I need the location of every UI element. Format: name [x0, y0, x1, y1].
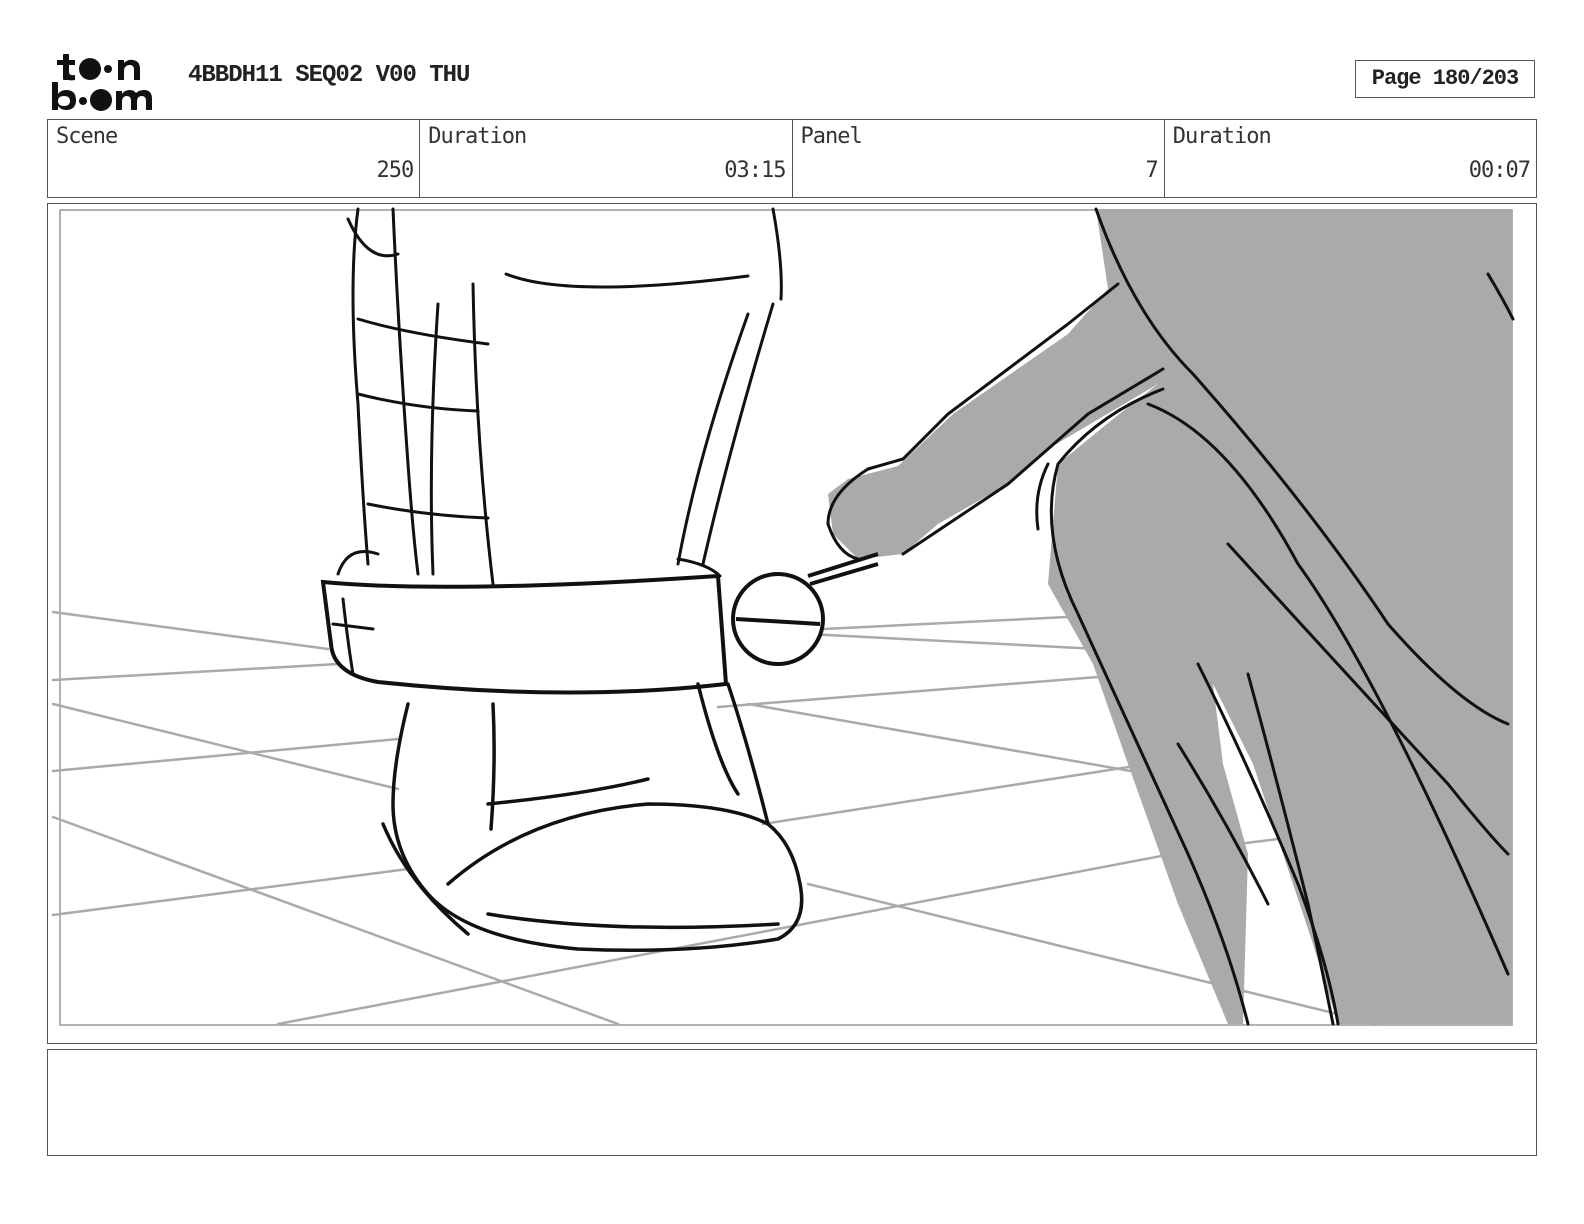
panel-value: 7 — [1145, 158, 1159, 183]
info-row: Scene 250 Duration 03:15 Panel 7 Duratio… — [47, 119, 1537, 198]
panel-label: Panel — [800, 124, 863, 149]
panel-cell: Panel 7 — [793, 120, 1165, 197]
panel-duration-cell: Duration 00:07 — [1165, 120, 1536, 197]
page-number: Page 180/203 — [1355, 60, 1535, 98]
panel-duration-label: Duration — [1172, 124, 1272, 149]
toonboom-logo — [52, 54, 152, 111]
document-title: 4BBDH11 SEQ02 V00 THU — [188, 62, 470, 89]
storyboard-panel — [47, 203, 1537, 1044]
scene-duration-cell: Duration 03:15 — [420, 120, 793, 197]
panel-duration-value: 00:07 — [1468, 158, 1531, 183]
scene-label: Scene — [56, 124, 118, 149]
storyboard-sketch — [51, 207, 1515, 1026]
scene-cell: Scene 250 — [48, 120, 421, 197]
scene-value: 250 — [376, 158, 415, 183]
notes-box — [47, 1049, 1537, 1156]
scene-duration-value: 03:15 — [724, 158, 786, 183]
scene-duration-label: Duration — [428, 124, 527, 149]
